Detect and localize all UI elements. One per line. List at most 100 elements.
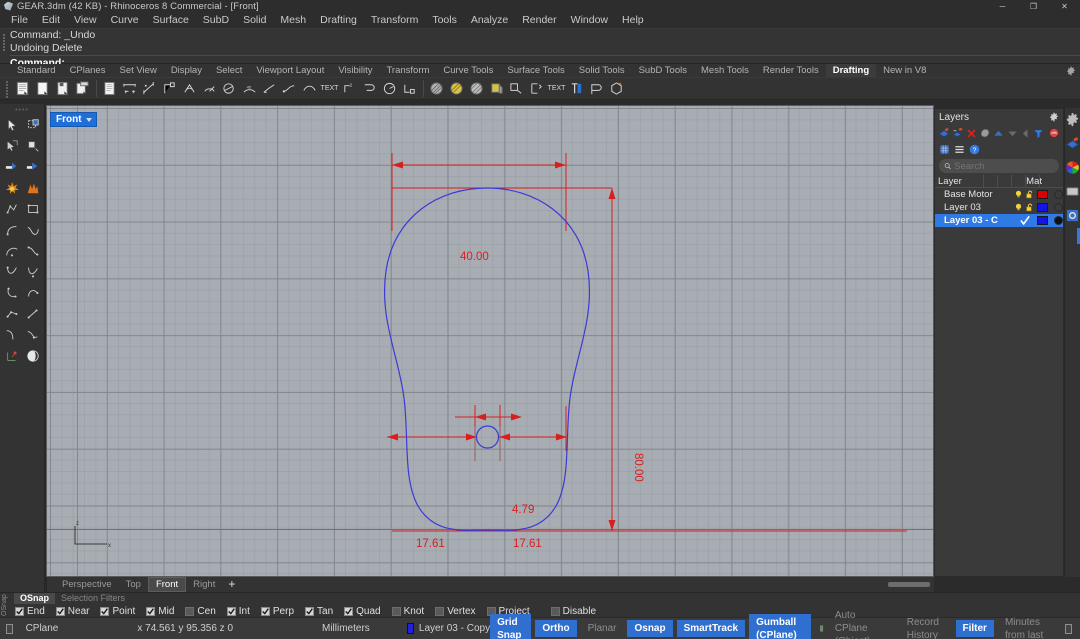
menu-edit[interactable]: Edit — [35, 12, 67, 28]
gumball-sphere-icon[interactable] — [23, 346, 43, 366]
cplane-label[interactable]: CPlane — [17, 618, 68, 639]
tab-standard[interactable]: Standard — [10, 64, 63, 77]
properties-icon[interactable] — [1065, 208, 1080, 223]
select-subobject-icon[interactable] — [2, 136, 22, 156]
command-area[interactable]: Command: _Undo Undoing Delete Command: — [0, 28, 1080, 69]
tab-subd-tools[interactable]: SubD Tools — [632, 64, 694, 77]
detail-view-icon[interactable] — [507, 79, 526, 98]
checkbox[interactable] — [550, 606, 560, 616]
hatch-icon[interactable] — [427, 79, 446, 98]
unlock-icon[interactable] — [1025, 190, 1034, 199]
text-object-icon[interactable] — [567, 79, 586, 98]
table-row[interactable]: Base Motor — [935, 188, 1063, 201]
viewport-tab-perspective[interactable]: Perspective — [55, 578, 119, 591]
menu-help[interactable]: Help — [615, 12, 651, 28]
layer-color-swatch[interactable] — [1037, 203, 1048, 212]
osnap-cen[interactable]: Cen — [180, 606, 220, 617]
polyline-icon[interactable] — [2, 199, 22, 219]
toggle-smarttrack[interactable]: SmartTrack — [676, 620, 746, 637]
chevron-down-icon[interactable] — [85, 117, 92, 122]
lightbulb-icon[interactable] — [1014, 203, 1023, 212]
curve-arc-tangent-icon[interactable] — [23, 262, 43, 282]
menu-drafting[interactable]: Drafting — [313, 12, 364, 28]
dimension-chain-icon[interactable] — [300, 79, 319, 98]
move-left-icon[interactable] — [1020, 127, 1031, 140]
move-icon[interactable] — [2, 157, 22, 177]
lightbulb-icon[interactable] — [1014, 190, 1023, 199]
ellipse-icon[interactable] — [2, 283, 22, 303]
angle-dimension-icon[interactable] — [180, 79, 199, 98]
tab-drafting[interactable]: Drafting — [825, 64, 877, 77]
tab-mesh-tools[interactable]: Mesh Tools — [694, 64, 756, 77]
list-view-icon[interactable] — [953, 143, 966, 156]
checkbox[interactable] — [15, 606, 24, 616]
viewport-tab-top[interactable]: Top — [119, 578, 148, 591]
selection-filters-tab[interactable]: Selection Filters — [55, 593, 131, 604]
layer-search-input[interactable] — [954, 160, 1054, 172]
grid-view-icon[interactable] — [938, 143, 951, 156]
dim-align-icon[interactable]: 2 — [340, 79, 359, 98]
curve-interpolate-icon[interactable] — [23, 220, 43, 240]
toolbar-gripper[interactable] — [6, 80, 10, 98]
filter-icon[interactable] — [1033, 127, 1044, 140]
curve-freeform-icon[interactable] — [2, 220, 22, 240]
menu-window[interactable]: Window — [564, 12, 615, 28]
text-tool-icon[interactable]: TEXT — [320, 79, 339, 98]
cplane-toggle-box[interactable] — [6, 623, 13, 634]
datum-icon[interactable] — [400, 79, 419, 98]
toggle-minutes-from-last[interactable]: Minutes from last — [998, 614, 1055, 639]
tab-viewport-layout[interactable]: Viewport Layout — [249, 64, 331, 77]
osnap-tab[interactable]: OSnap — [14, 593, 56, 604]
tab-transform[interactable]: Transform — [379, 64, 436, 77]
gear-icon[interactable] — [1065, 112, 1080, 127]
radius-dimension-icon[interactable] — [200, 79, 219, 98]
leader-icon[interactable] — [260, 79, 279, 98]
delete-layer-icon[interactable] — [966, 127, 977, 140]
osnap-end[interactable]: End — [10, 606, 50, 617]
select-arrow-icon[interactable] — [2, 115, 22, 135]
menu-transform[interactable]: Transform — [364, 12, 425, 28]
linear-dimension-icon[interactable] — [120, 79, 139, 98]
new-file-icon[interactable] — [13, 79, 32, 98]
osnap-mid[interactable]: Mid — [141, 606, 179, 617]
arc-length-icon[interactable] — [360, 79, 379, 98]
menu-curve[interactable]: Curve — [104, 12, 146, 28]
curve-v-icon[interactable] — [2, 262, 22, 282]
checkbox[interactable] — [435, 606, 445, 616]
make2d-icon[interactable] — [607, 79, 626, 98]
gear-icon[interactable] — [1049, 112, 1059, 122]
ordinate-dimension-icon[interactable] — [160, 79, 179, 98]
layer-color-swatch[interactable] — [1037, 216, 1048, 225]
print-icon[interactable] — [100, 79, 119, 98]
menu-tools[interactable]: Tools — [425, 12, 464, 28]
osnap-vertex[interactable]: Vertex — [430, 606, 480, 617]
display-icon[interactable] — [1065, 184, 1080, 199]
toggle-record-history[interactable]: Record History — [900, 614, 952, 639]
cplane-axes-icon[interactable] — [2, 346, 22, 366]
osnap-quad[interactable]: Quad — [339, 606, 385, 617]
checkbox[interactable] — [260, 606, 270, 616]
dimension-curve-icon[interactable] — [280, 79, 299, 98]
move-down-icon[interactable] — [1006, 127, 1017, 140]
osnap-disable[interactable]: Disable — [546, 606, 601, 617]
layer-material-dot[interactable] — [1054, 203, 1063, 212]
command-gripper[interactable] — [2, 33, 7, 59]
viewport-title-label[interactable]: Front — [50, 112, 97, 127]
osnap-int[interactable]: Int — [222, 606, 255, 617]
tab-new-in-v8[interactable]: New in V8 — [876, 64, 933, 77]
layer-material-dot[interactable] — [1054, 190, 1063, 199]
menu-solid[interactable]: Solid — [236, 12, 273, 28]
hatch-pattern-icon[interactable] — [447, 79, 466, 98]
osnap-knot[interactable]: Knot — [387, 606, 430, 617]
viewport-tab-front[interactable]: Front — [147, 577, 187, 592]
status-resize-grip[interactable] — [1065, 623, 1072, 634]
menu-file[interactable]: File — [4, 12, 35, 28]
checkbox[interactable] — [185, 606, 195, 616]
toggle-osnap[interactable]: Osnap — [627, 620, 673, 637]
osnap-near[interactable]: Near — [51, 606, 95, 617]
select-window-icon[interactable] — [23, 115, 43, 135]
tab-render-tools[interactable]: Render Tools — [756, 64, 826, 77]
units-label[interactable]: Millimeters — [242, 618, 379, 639]
fillet-curve-icon[interactable] — [2, 325, 22, 345]
gradient-hatch-icon[interactable] — [487, 79, 506, 98]
